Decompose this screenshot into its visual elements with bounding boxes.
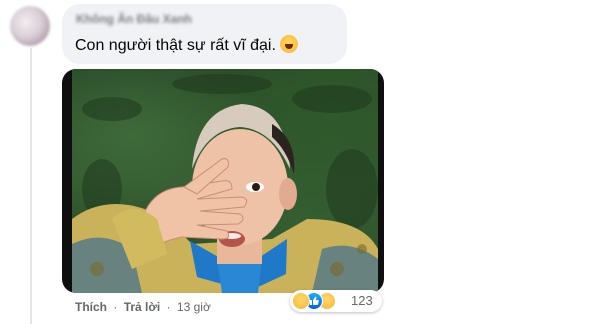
- separator-dot: ·: [166, 300, 171, 314]
- avatar[interactable]: [10, 6, 50, 46]
- comment-bubble: Không Ăn Đâu Xanh Con người thật sự rất …: [62, 4, 347, 64]
- haha-reaction-icon: [292, 292, 310, 310]
- like-action[interactable]: Thích: [75, 300, 107, 314]
- separator-dot: ·: [113, 300, 118, 314]
- reply-action[interactable]: Trả lời: [124, 300, 161, 314]
- comment-timestamp[interactable]: 13 giờ: [177, 300, 211, 314]
- comment-text: Con người thật sự rất vĩ đại.: [75, 37, 276, 54]
- comment-text-row: Con người thật sự rất vĩ đại.: [75, 35, 298, 55]
- thread-line: [30, 48, 32, 324]
- grinning-face-with-sweat-icon: [279, 35, 298, 53]
- reaction-count: 123: [351, 293, 373, 308]
- comment-photo[interactable]: [62, 69, 384, 293]
- boy-covering-eye-illustration: [72, 74, 378, 293]
- photo-image: [72, 69, 378, 293]
- reactions-summary[interactable]: 123: [290, 290, 382, 312]
- comment-author[interactable]: Không Ăn Đâu Xanh: [76, 12, 192, 26]
- comment-actions: Thích · Trả lời · 13 giờ: [75, 300, 211, 314]
